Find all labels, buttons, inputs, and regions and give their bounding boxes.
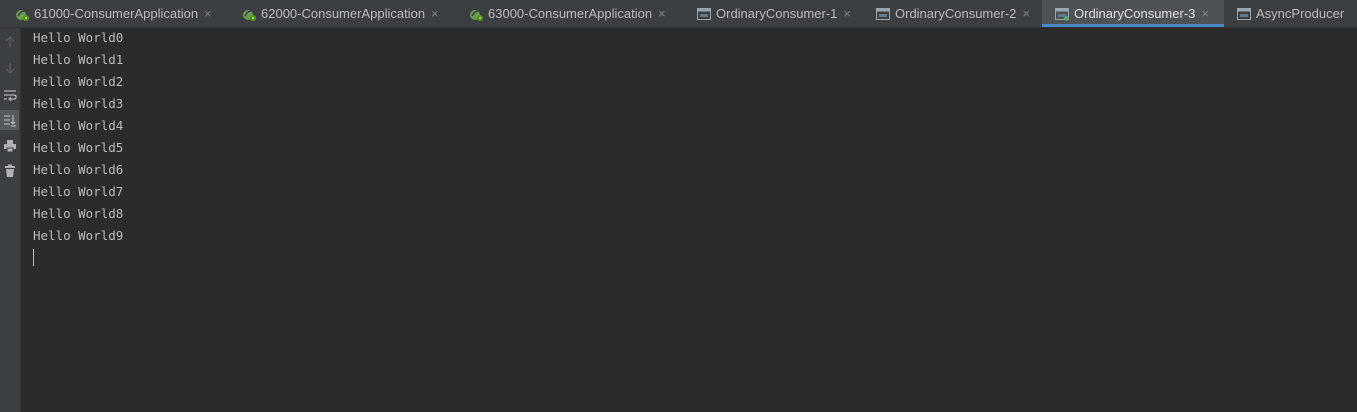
console-line: Hello World2 xyxy=(33,74,124,89)
down-arrow-icon xyxy=(5,63,14,74)
spring-boot-icon xyxy=(468,6,484,22)
tab-label: AsyncProducer xyxy=(1256,6,1345,21)
tab-label: OrdinaryConsumer-2 xyxy=(895,6,1017,21)
close-icon[interactable]: × xyxy=(1022,6,1030,21)
console-line: Hello World9 xyxy=(33,228,124,243)
console-line: Hello World6 xyxy=(33,162,124,177)
scroll-to-end-button[interactable] xyxy=(0,110,19,130)
close-icon[interactable]: × xyxy=(843,6,851,21)
soft-wrap-button[interactable] xyxy=(0,85,19,105)
console-toolbar xyxy=(0,28,21,412)
application-window-icon xyxy=(875,6,891,22)
tab-ordinary-consumer-3[interactable]: OrdinaryConsumer-3 × xyxy=(1042,0,1224,27)
soft-wrap-icon xyxy=(3,90,17,102)
clear-all-button[interactable] xyxy=(0,161,19,181)
console-line: Hello World8 xyxy=(33,206,124,221)
print-button[interactable] xyxy=(0,136,19,156)
up-arrow-button[interactable] xyxy=(0,32,19,52)
close-icon[interactable]: × xyxy=(204,6,212,21)
application-window-icon xyxy=(696,6,712,22)
tab-label: 63000-ConsumerApplication xyxy=(488,6,653,21)
spring-boot-icon xyxy=(241,6,257,22)
tab-label: 61000-ConsumerApplication xyxy=(34,6,199,21)
console-line: Hello World3 xyxy=(33,96,124,111)
tab-62000-consumer-application[interactable]: 62000-ConsumerApplication × xyxy=(227,0,454,27)
print-icon xyxy=(3,140,16,153)
tab-label: OrdinaryConsumer-1 xyxy=(716,6,838,21)
console-line: Hello World4 xyxy=(33,118,124,133)
scroll-to-end-icon xyxy=(3,115,16,127)
up-arrow-icon xyxy=(5,36,14,47)
spring-boot-icon xyxy=(14,6,30,22)
application-window-icon xyxy=(1054,6,1070,22)
tab-61000-consumer-application[interactable]: 61000-ConsumerApplication × xyxy=(0,0,227,27)
run-tab-bar: 61000-ConsumerApplication × 62000-Consum… xyxy=(0,0,1357,28)
trash-icon xyxy=(4,164,15,177)
tab-ordinary-consumer-1[interactable]: OrdinaryConsumer-1 × xyxy=(682,0,861,27)
tab-63000-consumer-application[interactable]: 63000-ConsumerApplication × xyxy=(454,0,682,27)
tab-ordinary-consumer-2[interactable]: OrdinaryConsumer-2 × xyxy=(861,0,1042,27)
console-line: Hello World1 xyxy=(33,52,124,67)
tab-async-producer[interactable]: AsyncProducer xyxy=(1224,0,1357,27)
tab-label: OrdinaryConsumer-3 xyxy=(1074,6,1196,21)
text-caret xyxy=(33,249,34,266)
console-line: Hello World5 xyxy=(33,140,124,155)
close-icon[interactable]: × xyxy=(658,6,666,21)
down-arrow-button[interactable] xyxy=(0,58,19,78)
close-icon[interactable]: × xyxy=(1201,6,1209,21)
tab-label: 62000-ConsumerApplication xyxy=(261,6,426,21)
close-icon[interactable]: × xyxy=(431,6,439,21)
console-output[interactable]: Hello World0 Hello World1 Hello World2 H… xyxy=(21,28,1357,412)
application-window-icon xyxy=(1236,6,1252,22)
console-line: Hello World0 xyxy=(33,30,124,45)
console-line: Hello World7 xyxy=(33,184,124,199)
